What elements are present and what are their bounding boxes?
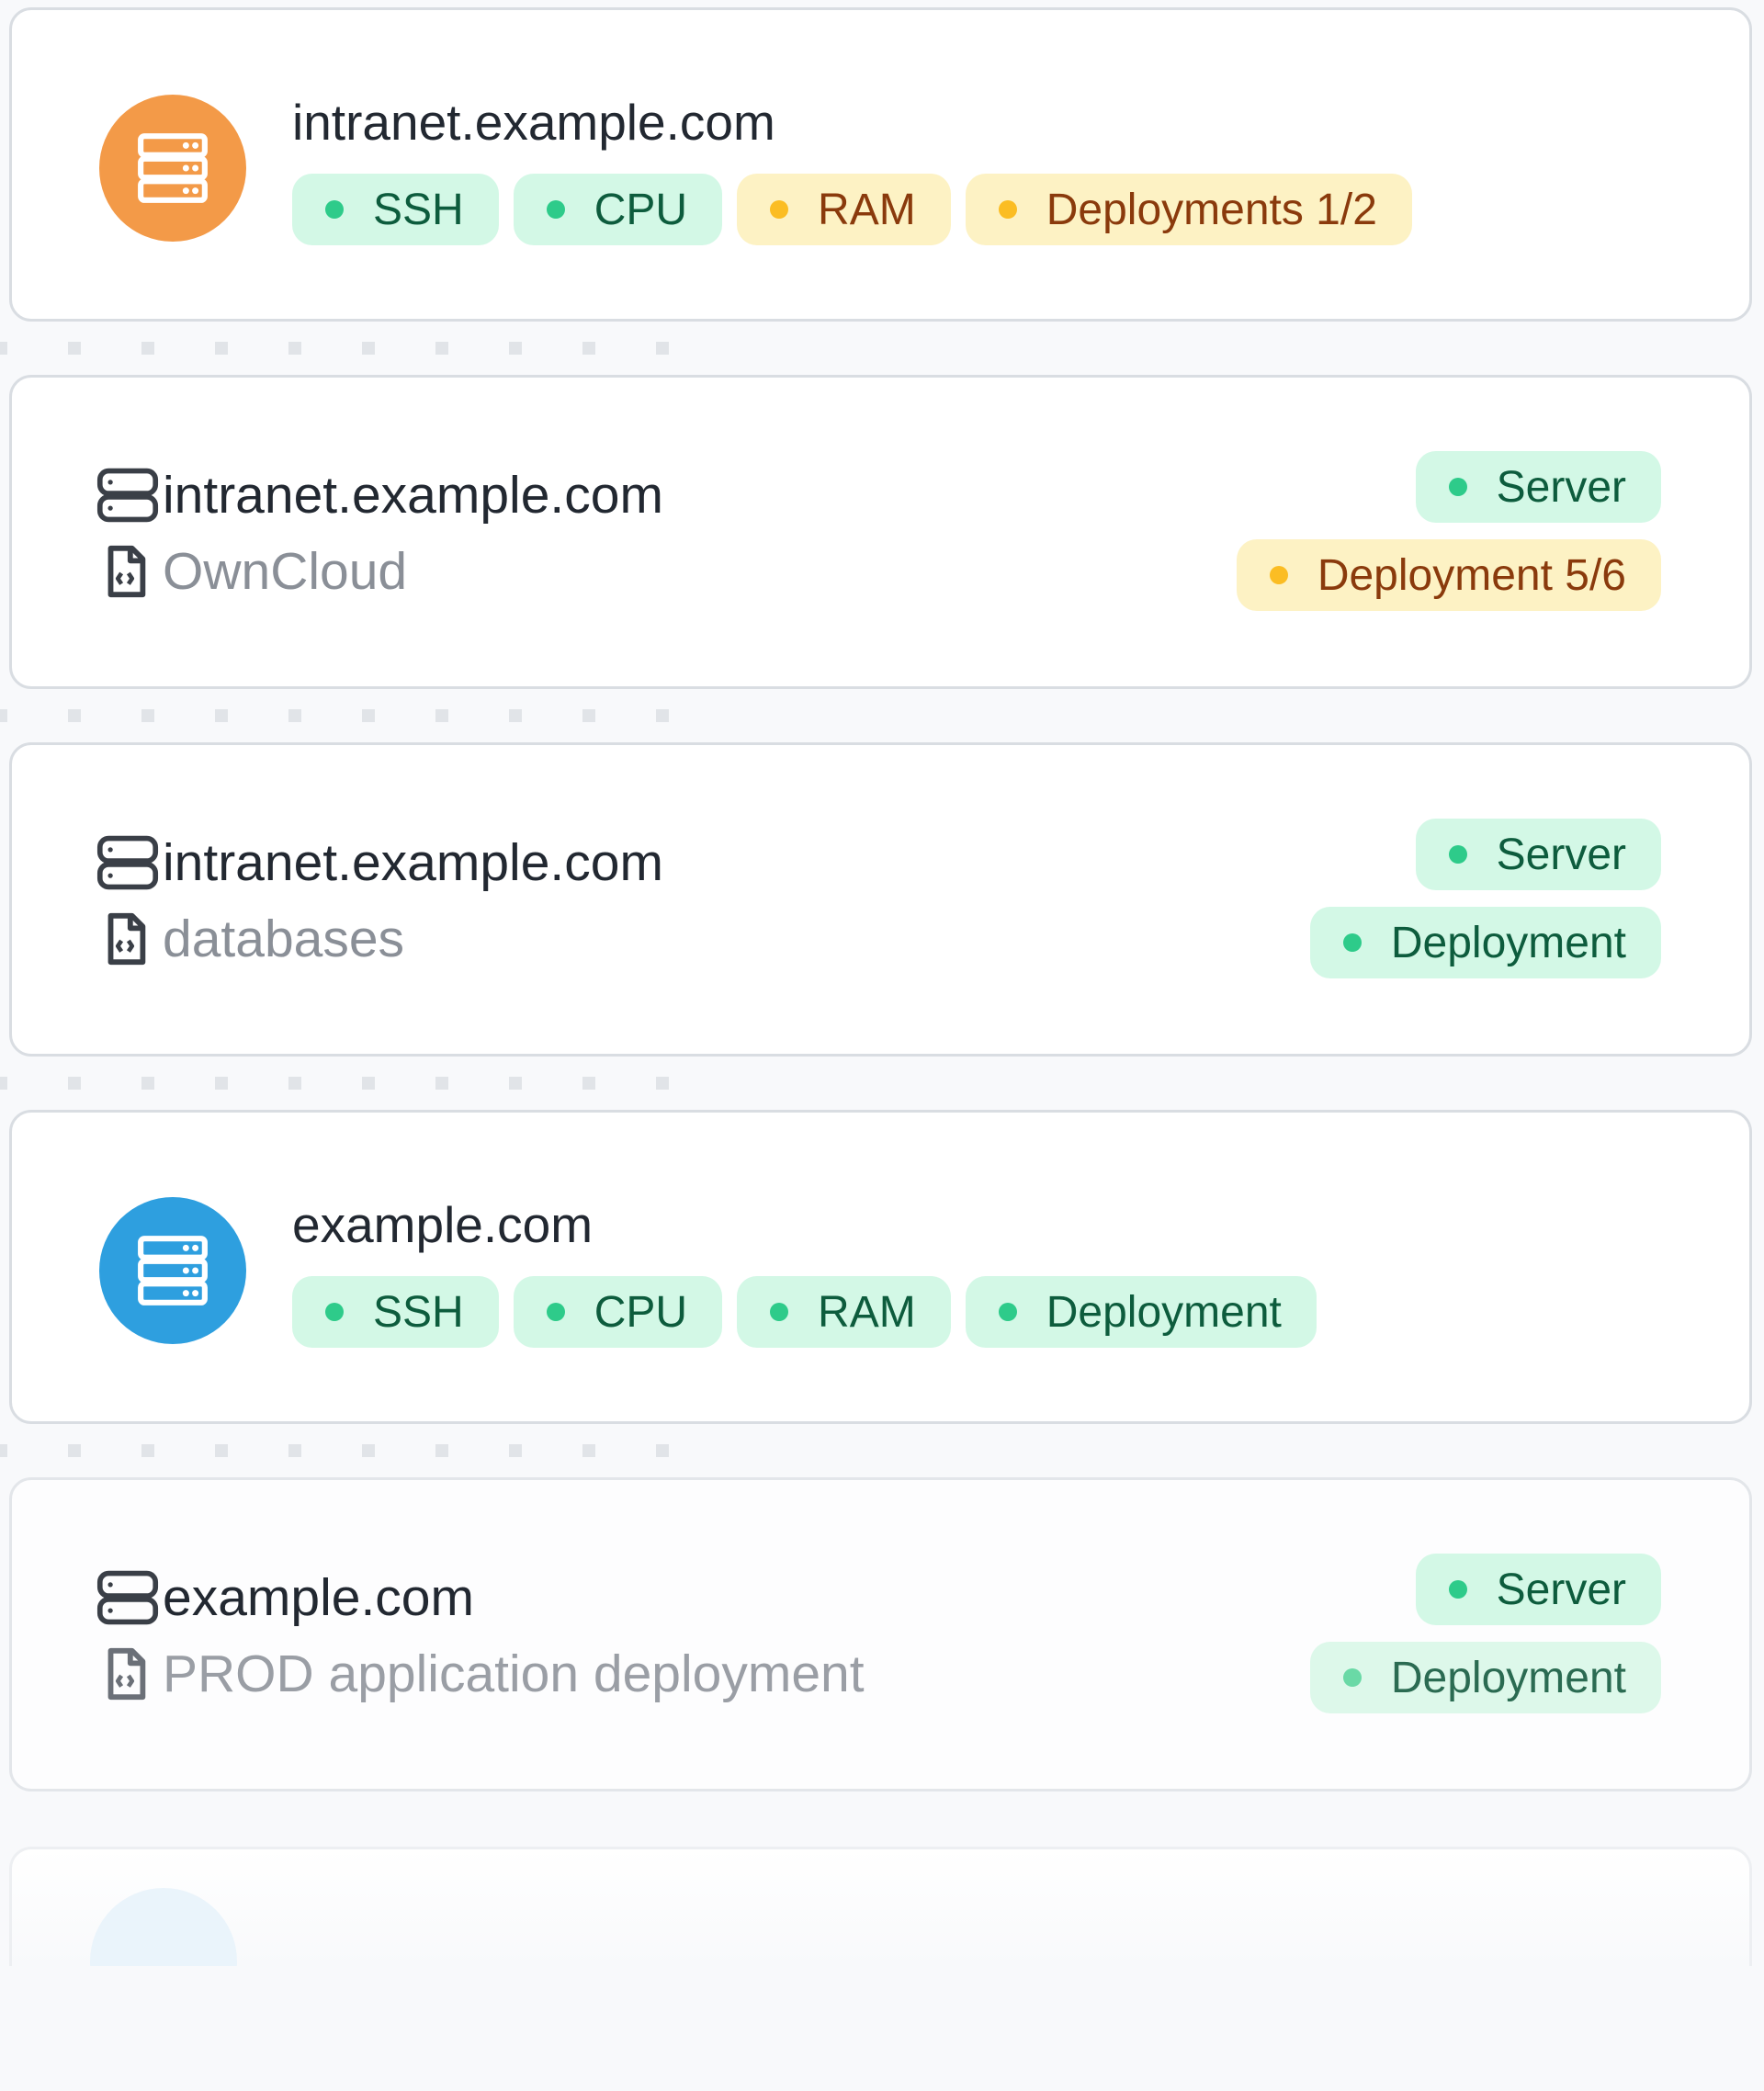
connector-dots (0, 709, 698, 722)
status-badge-cpu: CPU (513, 174, 723, 245)
code-file-icon (96, 910, 163, 968)
status-dot (998, 200, 1017, 219)
server-card[interactable]: intranet.example.com SSH CPU RAM Deploym… (9, 7, 1752, 322)
server-icon (96, 833, 163, 892)
status-tags: SSH CPU RAM Deployment (292, 1276, 1317, 1348)
status-badge-deployment: Deployment 5/6 (1236, 539, 1661, 611)
server-icon (138, 133, 208, 203)
status-badge-deployments: Deployments 1/2 (965, 174, 1412, 245)
server-avatar (99, 1197, 246, 1344)
deployment-host: example.com (163, 1568, 474, 1627)
deployment-host: intranet.example.com (163, 466, 663, 525)
server-hostname: example.com (292, 1196, 594, 1253)
deployment-host-row: example.com (96, 1567, 474, 1628)
status-badge-ssh: SSH (292, 1276, 499, 1348)
server-avatar (99, 95, 246, 242)
deployment-host: intranet.example.com (163, 833, 663, 892)
server-card[interactable]: example.com SSH CPU RAM Deployment (9, 1110, 1752, 1424)
deployment-name: databases (163, 910, 405, 968)
status-badges: Server Deployment (1309, 819, 1661, 978)
server-icon (96, 1568, 163, 1627)
server-icon (138, 1236, 208, 1305)
deployment-card[interactable]: example.com PROD application deployment … (9, 1477, 1752, 1791)
deployment-name-row: databases (96, 909, 404, 969)
status-dot (770, 200, 789, 219)
status-dot (1448, 1580, 1467, 1599)
server-icon (96, 466, 163, 525)
server-hostname: intranet.example.com (292, 94, 775, 151)
deployment-name: OwnCloud (163, 542, 408, 601)
status-tags: SSH CPU RAM Deployments 1/2 (292, 174, 1412, 245)
status-dot (1269, 566, 1288, 584)
status-dot (546, 1303, 565, 1321)
status-badges: Server Deployment (1309, 1554, 1661, 1713)
connector-dots (0, 1444, 698, 1457)
status-dot (546, 200, 565, 219)
deployment-name-row: PROD application deployment (96, 1644, 865, 1704)
status-badge-ram: RAM (737, 174, 951, 245)
deployment-host-row: intranet.example.com (96, 465, 663, 526)
status-dot (1448, 478, 1467, 496)
code-file-icon (96, 542, 163, 601)
status-badges: Server Deployment 5/6 (1236, 451, 1661, 611)
status-dot (325, 1303, 344, 1321)
status-dot (1448, 845, 1467, 864)
faded-server-card (9, 1847, 1752, 1966)
deployment-card[interactable]: intranet.example.com databases Server De… (9, 742, 1752, 1057)
status-dot (770, 1303, 789, 1321)
status-badge-deployment: Deployment (965, 1276, 1317, 1348)
deployment-name-row: OwnCloud (96, 541, 407, 602)
server-avatar (90, 1888, 237, 1966)
deployment-name: PROD application deployment (163, 1645, 865, 1703)
status-dot (325, 200, 344, 219)
status-badge-server: Server (1415, 451, 1661, 523)
connector-dots (0, 1077, 698, 1090)
code-file-icon (96, 1645, 163, 1703)
status-dot (1342, 1668, 1362, 1687)
status-badge-cpu: CPU (513, 1276, 723, 1348)
status-badge-deployment: Deployment (1309, 907, 1661, 978)
connector-dots (0, 342, 698, 355)
status-badge-ssh: SSH (292, 174, 499, 245)
status-dot (998, 1303, 1017, 1321)
status-badge-deployment: Deployment (1309, 1642, 1661, 1713)
deployment-host-row: intranet.example.com (96, 832, 663, 893)
deployment-card[interactable]: intranet.example.com OwnCloud Server Dep… (9, 375, 1752, 689)
status-badge-ram: RAM (737, 1276, 951, 1348)
status-badge-server: Server (1415, 819, 1661, 890)
status-dot (1342, 933, 1362, 952)
status-badge-server: Server (1415, 1554, 1661, 1625)
